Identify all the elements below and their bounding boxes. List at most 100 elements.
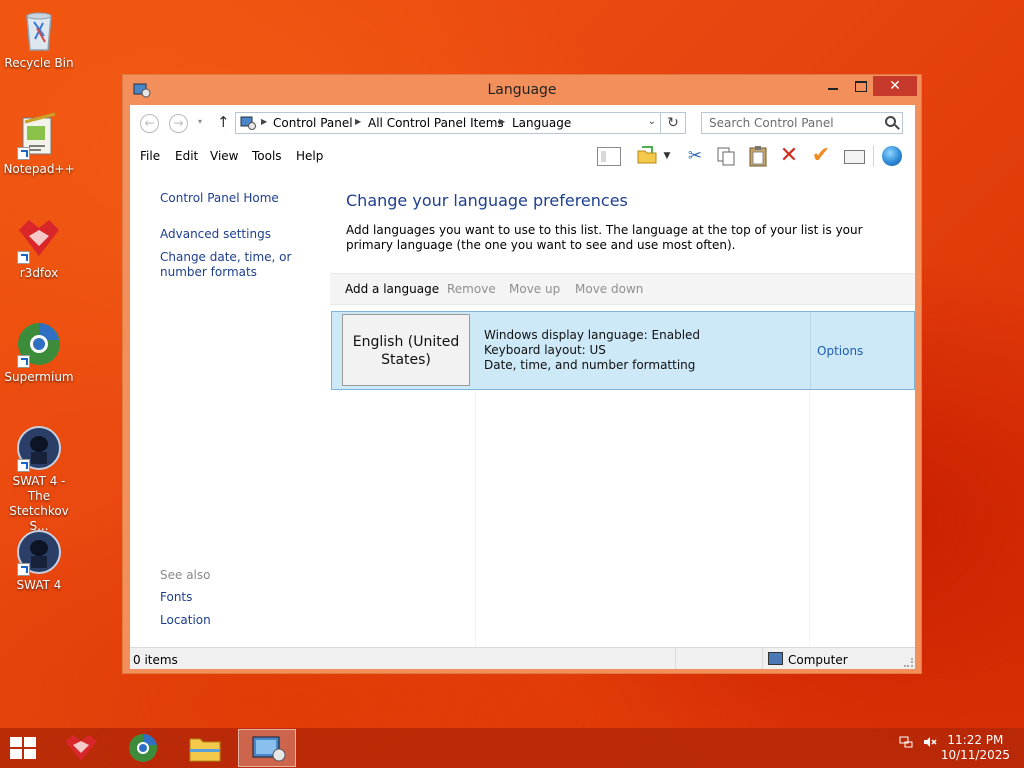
desktop-icon-label: Supermium xyxy=(4,370,74,384)
desktop-icon-swat4[interactable]: SWAT 4 xyxy=(0,528,78,593)
taskbar-r3dfox[interactable] xyxy=(52,729,110,767)
desktop-icon-label: SWAT 4 xyxy=(16,578,62,592)
breadcrumb-language[interactable]: Language xyxy=(512,116,571,130)
language-list-toolbar: Add a language Remove Move up Move down xyxy=(330,273,915,305)
menu-file[interactable]: File xyxy=(140,149,160,163)
move-up-button[interactable]: Move up xyxy=(509,282,560,296)
folder-icon[interactable] xyxy=(635,145,659,167)
desktop-icon-label: Recycle Bin xyxy=(4,56,74,70)
link-change-date-time-formats[interactable]: Change date, time, or number formats xyxy=(160,250,328,280)
breadcrumb-separator-icon: ▶ xyxy=(261,117,268,126)
chevron-down-icon[interactable]: ▼ xyxy=(660,145,674,167)
minimize-button[interactable] xyxy=(819,76,847,96)
computer-icon xyxy=(768,652,783,665)
breadcrumb-separator-icon: ▶ xyxy=(355,117,362,126)
shortcut-arrow-icon xyxy=(17,251,30,264)
status-divider xyxy=(762,648,763,669)
notepadpp-icon xyxy=(15,112,63,160)
link-control-panel-home[interactable]: Control Panel Home xyxy=(160,191,328,206)
resize-grip-icon[interactable] xyxy=(904,658,913,667)
column-divider xyxy=(809,390,810,647)
language-list-item[interactable]: English (United States) Windows display … xyxy=(331,311,915,390)
close-button[interactable]: ✕ xyxy=(873,76,917,96)
keyboard-layout-status: Keyboard layout: US xyxy=(484,343,606,357)
desktop-icon-supermium[interactable]: Supermium xyxy=(0,320,78,385)
forward-button[interactable]: → xyxy=(169,114,188,133)
page-title: Change your language preferences xyxy=(346,191,628,210)
menu-view[interactable]: View xyxy=(210,149,238,163)
control-panel-icon xyxy=(240,115,257,131)
address-bar[interactable]: ▶ Control Panel ▶ All Control Panel Item… xyxy=(235,112,661,134)
properties-icon[interactable] xyxy=(841,145,865,167)
language-options-link[interactable]: Options xyxy=(817,344,863,358)
taskbar-control-panel[interactable] xyxy=(238,729,296,767)
supermium-icon xyxy=(129,733,157,762)
clock-date: 10/11/2025 xyxy=(940,748,1010,762)
language-window: Language ✕ ← → ▾ ↑ ▶ Control Panel ▶ All… xyxy=(122,74,922,674)
desktop-icon-swat4-stetchkov[interactable]: SWAT 4 - The Stetchkov S... xyxy=(0,424,78,534)
desktop-icon-notepadpp[interactable]: Notepad++ xyxy=(0,112,78,177)
search-box[interactable] xyxy=(701,112,903,134)
swat4-icon xyxy=(15,528,63,576)
globe-icon[interactable] xyxy=(881,145,905,167)
breadcrumb-control-panel[interactable]: Control Panel xyxy=(273,116,353,130)
status-divider xyxy=(675,648,676,669)
breadcrumb-all-items[interactable]: All Control Panel Items xyxy=(368,116,504,130)
delete-icon[interactable]: ✕ xyxy=(777,145,801,167)
link-fonts[interactable]: Fonts xyxy=(160,590,328,605)
maximize-button[interactable] xyxy=(847,76,873,96)
menu-bar: File Edit View Tools Help ▼ ✂ ✕ ✔ xyxy=(130,141,915,171)
clock-time: 11:22 PM xyxy=(947,733,1004,747)
desktop-icon-recycle-bin[interactable]: Recycle Bin xyxy=(0,6,78,71)
desktop-icon-label: SWAT 4 - The Stetchkov S... xyxy=(9,474,69,533)
window-title: Language xyxy=(487,82,557,98)
up-arrow-icon[interactable]: ↑ xyxy=(217,113,230,131)
item-count: 0 items xyxy=(133,653,178,667)
column-divider xyxy=(475,390,476,647)
taskbar-file-explorer[interactable] xyxy=(176,729,234,767)
column-divider xyxy=(810,312,811,389)
network-icon[interactable] xyxy=(898,734,914,753)
refresh-icon: ↻ xyxy=(667,115,679,131)
volume-muted-icon[interactable] xyxy=(922,734,938,753)
move-down-button[interactable]: Move down xyxy=(575,282,643,296)
clock[interactable]: 11:22 PM 10/11/2025 xyxy=(941,733,1010,763)
desktop-icon-label: Notepad++ xyxy=(3,162,75,176)
remove-language-button[interactable]: Remove xyxy=(447,282,496,296)
recent-locations-dropdown-icon[interactable]: ▾ xyxy=(198,117,202,126)
refresh-button[interactable]: ↻ xyxy=(661,112,686,134)
copy-icon[interactable] xyxy=(714,145,738,167)
search-icon[interactable] xyxy=(885,116,896,127)
search-input[interactable] xyxy=(703,114,873,132)
recycle-bin-icon xyxy=(15,6,63,54)
menu-edit[interactable]: Edit xyxy=(175,149,198,163)
layout-icon[interactable] xyxy=(597,147,621,166)
cut-icon[interactable]: ✂ xyxy=(683,145,707,167)
status-bar: 0 items Computer xyxy=(130,647,915,669)
paste-icon[interactable] xyxy=(746,145,770,167)
window-body: ← → ▾ ↑ ▶ Control Panel ▶ All Control Pa… xyxy=(130,105,915,669)
language-tile[interactable]: English (United States) xyxy=(342,314,470,386)
taskbar-supermium[interactable] xyxy=(114,729,172,767)
see-also-heading: See also xyxy=(160,568,211,582)
swat4-stetchkov-icon xyxy=(15,424,63,472)
menu-help[interactable]: Help xyxy=(296,149,323,163)
forward-arrow-icon: → xyxy=(173,116,184,130)
shortcut-arrow-icon xyxy=(17,563,30,576)
link-advanced-settings[interactable]: Advanced settings xyxy=(160,227,328,242)
supermium-icon xyxy=(15,320,63,368)
back-button[interactable]: ← xyxy=(140,114,159,133)
left-navigation-pane: Control Panel Home Advanced settings Cha… xyxy=(130,171,330,647)
title-bar[interactable]: Language ✕ xyxy=(123,75,921,105)
desktop-icon-r3dfox[interactable]: r3dfox xyxy=(0,216,78,281)
link-location[interactable]: Location xyxy=(160,613,328,628)
page-description: Add languages you want to use to this li… xyxy=(346,223,863,252)
menu-tools[interactable]: Tools xyxy=(252,149,282,163)
chevron-down-icon[interactable]: ⌄ xyxy=(648,116,656,127)
add-language-button[interactable]: Add a language xyxy=(345,282,439,296)
start-button[interactable] xyxy=(10,737,38,761)
back-arrow-icon: ← xyxy=(144,116,155,130)
checkmark-icon[interactable]: ✔ xyxy=(809,145,833,167)
close-icon: ✕ xyxy=(889,78,901,94)
r3dfox-icon xyxy=(15,216,63,264)
